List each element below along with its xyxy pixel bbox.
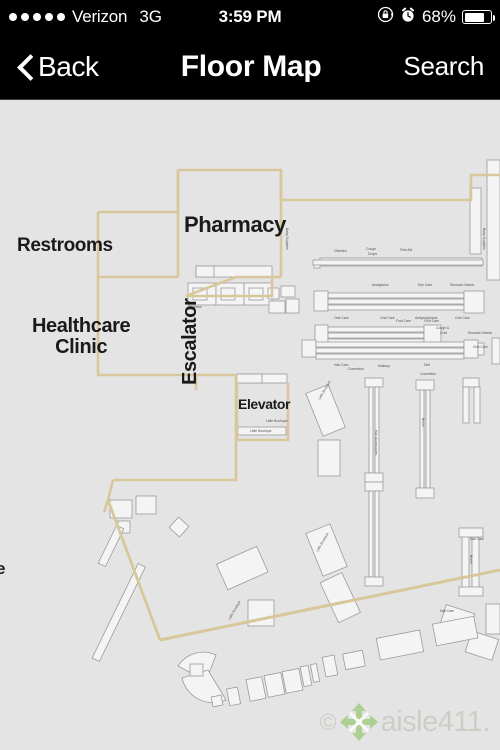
chevron-left-icon xyxy=(16,52,36,82)
back-button[interactable]: Back xyxy=(16,51,99,83)
svg-text:Little Boutique: Little Boutique xyxy=(227,600,241,621)
svg-text:Vitamins: Vitamins xyxy=(334,249,347,253)
floor-map-canvas[interactable]: Vitamins Cough Drops First Aid Analgesics… xyxy=(0,100,500,750)
svg-text:Diet: Diet xyxy=(424,363,430,367)
svg-text:Hair Accessories: Hair Accessories xyxy=(374,430,378,456)
svg-text:Little Boutique: Little Boutique xyxy=(266,419,288,423)
svg-text:Nail Care: Nail Care xyxy=(470,537,484,541)
rotation-lock-icon xyxy=(377,6,394,28)
watermark-brand: aisle411. xyxy=(380,705,491,738)
map-label-clipped-edge: e xyxy=(0,559,6,578)
battery-icon xyxy=(462,10,495,24)
svg-text:Cough: Cough xyxy=(366,247,376,251)
healthcare-line-2: Clinic xyxy=(55,336,108,358)
aisle411-arrows-logo xyxy=(339,702,379,742)
status-bar-right: 68% xyxy=(377,6,500,28)
svg-text:Eye Care: Eye Care xyxy=(418,283,432,287)
svg-text:Cold: Cold xyxy=(440,331,447,335)
svg-text:Stomach Needs: Stomach Needs xyxy=(468,331,492,335)
svg-text:Foot Care: Foot Care xyxy=(396,319,411,323)
svg-text:Nail Care: Nail Care xyxy=(440,609,454,613)
svg-text:Oral Care: Oral Care xyxy=(334,316,349,320)
map-label-escalator: Escalator xyxy=(179,298,201,385)
floor-map-graphic: Vitamins CoughDrops First Aid Analgesics… xyxy=(91,159,500,708)
svg-text:Foot Care: Foot Care xyxy=(424,319,439,323)
svg-text:Baby Supplies: Baby Supplies xyxy=(482,228,486,250)
map-label-healthcare-clinic: Healthcare Clinic xyxy=(32,315,131,358)
svg-text:Makeup: Makeup xyxy=(378,364,390,368)
watermark: © aisle411. xyxy=(319,702,491,742)
svg-text:Cosmetics: Cosmetics xyxy=(348,367,364,371)
svg-text:Hair Care: Hair Care xyxy=(334,363,349,367)
alarm-clock-icon xyxy=(400,7,416,28)
battery-percentage: 68% xyxy=(421,7,456,26)
healthcare-line-1: Healthcare xyxy=(32,315,131,337)
svg-text:Oral Care: Oral Care xyxy=(455,316,470,320)
back-button-label: Back xyxy=(38,50,99,82)
svg-text:Cough &: Cough & xyxy=(436,326,450,330)
copyright-symbol: © xyxy=(319,708,337,735)
svg-text:First Aid: First Aid xyxy=(400,248,412,252)
svg-text:Little Boutique: Little Boutique xyxy=(250,429,272,433)
svg-text:Brush: Brush xyxy=(469,555,473,564)
svg-text:Oral Care: Oral Care xyxy=(380,316,395,320)
search-button[interactable]: Search xyxy=(403,51,484,82)
svg-text:Stomach Needs: Stomach Needs xyxy=(450,283,474,287)
page-title: Floor Map xyxy=(180,49,322,83)
svg-text:Analgesics: Analgesics xyxy=(372,283,389,287)
status-bar: Verizon 3G 3:59 PM 68% xyxy=(0,0,500,34)
svg-text:Oral Care: Oral Care xyxy=(473,345,488,349)
svg-text:Brush: Brush xyxy=(421,418,425,427)
navigation-bar: Back Floor Map Search xyxy=(0,34,500,100)
svg-text:Drops: Drops xyxy=(368,252,377,256)
svg-text:Cosmetics: Cosmetics xyxy=(420,372,436,376)
map-label-elevator: Elevator xyxy=(238,396,291,412)
map-label-pharmacy: Pharmacy xyxy=(184,212,286,237)
map-walls xyxy=(96,168,500,642)
map-label-restrooms: Restrooms xyxy=(17,235,113,256)
